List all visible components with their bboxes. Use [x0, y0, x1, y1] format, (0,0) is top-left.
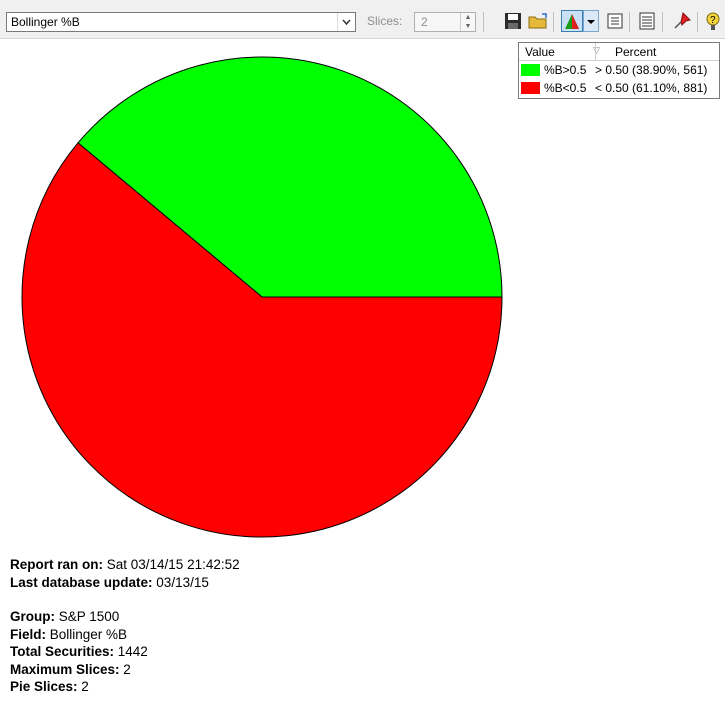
field-label: Field: — [10, 626, 46, 642]
pin-button[interactable] — [671, 10, 693, 32]
legend-percent: < 0.50 (61.10%, 881) — [595, 81, 708, 95]
report-icon — [639, 12, 655, 30]
report-ran-line: Report ran on: Sat 03/14/15 21:42:52 — [10, 556, 240, 574]
report-button[interactable] — [636, 10, 658, 32]
group-value: S&P 1500 — [55, 609, 120, 624]
legend-row[interactable]: %B<0.5 < 0.50 (61.10%, 881) — [519, 79, 719, 97]
help-icon: ? — [706, 12, 720, 30]
toolbar-divider — [697, 12, 698, 32]
folder-icon — [528, 13, 547, 29]
legend-row[interactable]: %B>0.5 > 0.50 (38.90%, 561) — [519, 61, 719, 79]
legend-percent: > 0.50 (38.90%, 561) — [595, 63, 708, 77]
pie-slices-label: Pie Slices: — [10, 679, 78, 694]
chevron-down-icon — [587, 20, 595, 24]
save-icon — [505, 13, 521, 29]
legend-label: %B>0.5 — [544, 63, 587, 77]
slices-spinner[interactable]: 2 ▲ ▼ — [414, 12, 476, 32]
pin-icon — [674, 12, 691, 29]
legend-column-divider — [595, 43, 596, 60]
report-ran-value: Sat 03/14/15 21:42:52 — [103, 557, 240, 572]
field-dropdown-value: Bollinger %B — [11, 15, 80, 29]
spin-up-icon[interactable]: ▲ — [461, 13, 475, 22]
legend-label: %B<0.5 — [544, 81, 587, 95]
chevron-down-icon[interactable] — [337, 13, 355, 31]
list-icon — [607, 13, 623, 29]
max-slices-label: Maximum Slices: — [10, 661, 120, 677]
total-securities-value: 1442 — [114, 644, 148, 659]
total-securities-line: Total Securities: 1442 — [10, 643, 240, 661]
toolbar-divider — [553, 12, 554, 32]
group-label: Group: — [10, 609, 55, 624]
pie-chart-view-button[interactable] — [561, 10, 583, 32]
svg-text:?: ? — [710, 15, 716, 26]
open-folder-button[interactable] — [527, 10, 549, 32]
max-slices-line: Maximum Slices: 2 — [10, 661, 240, 679]
pie-chart-icon — [565, 14, 579, 29]
db-update-label: Last database update: — [10, 574, 153, 590]
field-value: Bollinger %B — [46, 626, 128, 642]
legend-swatch — [521, 82, 540, 94]
pie-slices-value: 2 — [77, 679, 89, 694]
toolbar-divider — [629, 12, 630, 32]
max-slices-value: 2 — [119, 661, 131, 677]
save-button[interactable] — [502, 10, 524, 32]
report-summary: Report ran on: Sat 03/14/15 21:42:52 Las… — [10, 556, 240, 696]
spin-down-icon[interactable]: ▼ — [461, 22, 475, 31]
field-dropdown[interactable]: Bollinger %B — [6, 12, 356, 32]
legend[interactable]: Value ▽ Percent %B>0.5 > 0.50 (38.90%, 5… — [518, 42, 720, 99]
slices-value: 2 — [421, 15, 428, 29]
toolbar: Bollinger %B Slices: 2 ▲ ▼ ? — [0, 0, 725, 39]
pie-slices-line: Pie Slices: 2 — [10, 678, 240, 696]
legend-column-percent[interactable]: Percent — [615, 45, 656, 59]
field-line: Field: Bollinger %B — [10, 626, 240, 644]
chart-type-dropdown[interactable] — [583, 10, 599, 32]
help-button[interactable]: ? — [704, 10, 722, 32]
toolbar-divider — [662, 12, 663, 32]
legend-swatch — [521, 64, 540, 76]
group-line: Group: S&P 1500 — [10, 608, 240, 626]
db-update-line: Last database update: 03/13/15 — [10, 574, 240, 592]
total-securities-label: Total Securities: — [10, 644, 115, 659]
legend-header: Value ▽ Percent — [519, 43, 719, 61]
report-ran-label: Report ran on: — [10, 557, 103, 572]
list-view-button[interactable] — [604, 10, 626, 32]
toolbar-divider — [483, 12, 484, 32]
legend-column-value[interactable]: Value — [525, 45, 555, 59]
db-update-value: 03/13/15 — [152, 574, 209, 590]
slices-label: Slices: — [367, 14, 403, 28]
